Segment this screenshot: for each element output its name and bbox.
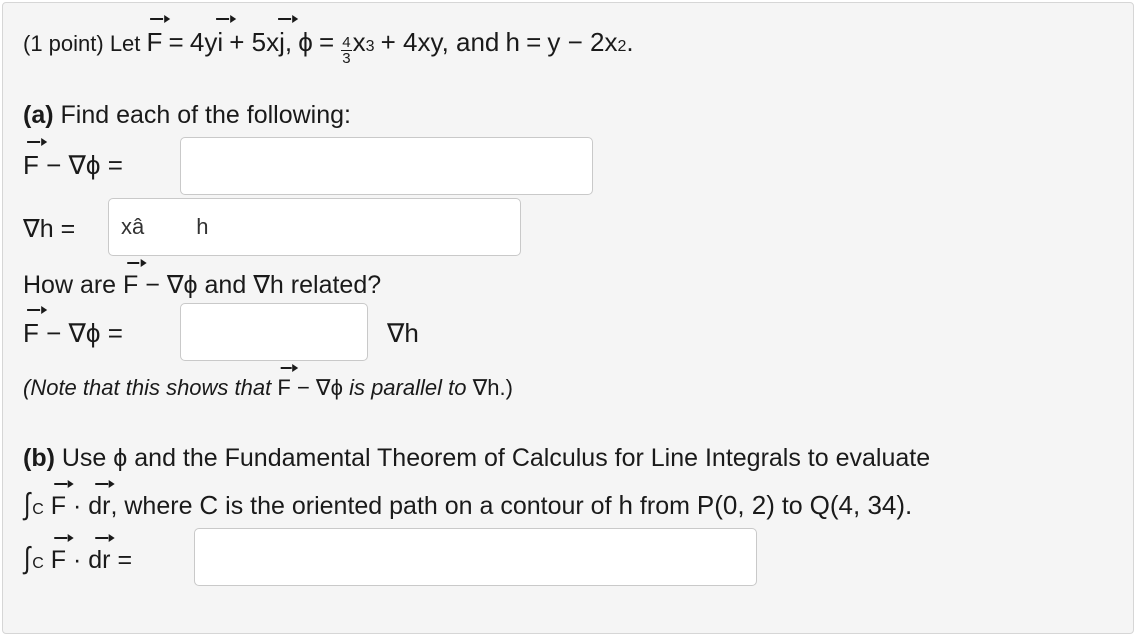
part-b-answer-row: ∫ C F · dr =	[23, 542, 133, 575]
note-pre: (Note that this shows that	[23, 375, 272, 400]
vector-F: F	[23, 150, 39, 180]
phi-def-x: x	[352, 27, 366, 57]
to: to	[781, 492, 803, 520]
h-symbol: h	[618, 490, 633, 520]
intro-text: (1 point) Let	[23, 31, 141, 56]
note-grad: ∇h.)	[472, 375, 513, 400]
integral-symbol: ∫	[23, 542, 31, 575]
part-b-line2: ∫ C F · dr, where C is the oriented path …	[23, 488, 913, 521]
vector-F: F	[123, 271, 139, 299]
equals: =	[117, 546, 133, 574]
question-post: related?	[290, 271, 382, 299]
dot: ·	[72, 546, 82, 574]
row-relation: F − ∇ϕ =	[23, 318, 123, 349]
period: .	[626, 27, 634, 57]
answer-input-F-minus-grad-phi[interactable]	[180, 137, 593, 195]
note-parallel: (Note that this shows that F − ∇ϕ is par…	[23, 375, 513, 401]
part-a-text: Find each of the following:	[60, 101, 351, 129]
point-Q: Q(4, 34).	[809, 490, 913, 520]
F-def-part: + 5x	[229, 27, 280, 57]
row-F-minus-grad-phi: F − ∇ϕ =	[23, 150, 123, 181]
equals: =	[526, 27, 542, 57]
grad-h-value2: h	[196, 214, 209, 239]
grad-h: ∇h	[387, 318, 419, 348]
grad-h-label: ∇h =	[23, 215, 76, 243]
part-a-label: (a)	[23, 101, 54, 129]
answer-input-line-integral[interactable]	[194, 528, 757, 586]
dot: ·	[72, 492, 82, 520]
vector-F: F	[50, 492, 67, 520]
question-and: and	[204, 271, 247, 299]
question-pre: How are	[23, 271, 117, 299]
unit-i: i	[217, 27, 224, 57]
answer-input-grad-h[interactable]: xâ h	[108, 198, 521, 256]
note-mid: − ∇ϕ	[296, 375, 343, 400]
relation-question: How are F − ∇ϕ and ∇h related?	[23, 270, 381, 300]
phi-symbol: ϕ	[113, 444, 128, 472]
part-b-text-pre: Use	[61, 444, 107, 472]
vector-F: F	[50, 546, 67, 574]
question-mid: − ∇ϕ	[145, 271, 198, 299]
row-grad-h: ∇h =	[23, 214, 75, 244]
part-b-label: (b)	[23, 444, 55, 472]
fraction: 43	[341, 34, 352, 67]
line2-rest: is the oriented path on a contour of	[225, 492, 612, 520]
problem-statement: (1 point) Let F = 4y i + 5x j, ϕ = 43x3 + …	[23, 27, 634, 67]
phi-def-rest: + 4xy, and	[380, 27, 500, 57]
part-b-header: (b) Use ϕ and the Fundamental Theorem of…	[23, 444, 930, 473]
note-post: is parallel to	[349, 375, 467, 400]
question-grad: ∇h	[253, 271, 284, 299]
line2-post: , where	[110, 492, 193, 520]
comma: ,	[284, 27, 293, 57]
part-b-text-post: and the Fundamental Theorem of Calculus …	[134, 444, 931, 472]
unit-j: j	[279, 27, 285, 57]
vector-F: F	[146, 27, 163, 57]
h-symbol: h	[505, 27, 520, 57]
vector-dr: dr	[88, 546, 111, 574]
vector-F: F	[23, 318, 39, 348]
vector-F: F	[277, 375, 291, 400]
part-a-header: (a) Find each of the following:	[23, 101, 351, 130]
curve-C: C	[199, 490, 219, 520]
from: from	[639, 492, 690, 520]
equals: =	[318, 27, 335, 57]
problem-panel: (1 point) Let F = 4y i + 5x j, ϕ = 43x3 + …	[2, 2, 1134, 634]
equals: =	[168, 27, 184, 57]
F-def-part: 4y	[189, 27, 218, 57]
row1-lhs: − ∇ϕ =	[46, 150, 123, 180]
row3-rhs: ∇h	[387, 318, 419, 349]
h-def: y − 2x	[547, 27, 618, 57]
row3-lhs: − ∇ϕ =	[46, 318, 123, 348]
integral-symbol: ∫	[23, 488, 31, 521]
grad-h-value: xâ	[121, 214, 145, 239]
phi-symbol: ϕ	[298, 27, 313, 57]
answer-input-scalar[interactable]	[180, 303, 368, 361]
point-P: P(0, 2)	[696, 490, 775, 520]
vector-dr: dr	[88, 492, 111, 520]
